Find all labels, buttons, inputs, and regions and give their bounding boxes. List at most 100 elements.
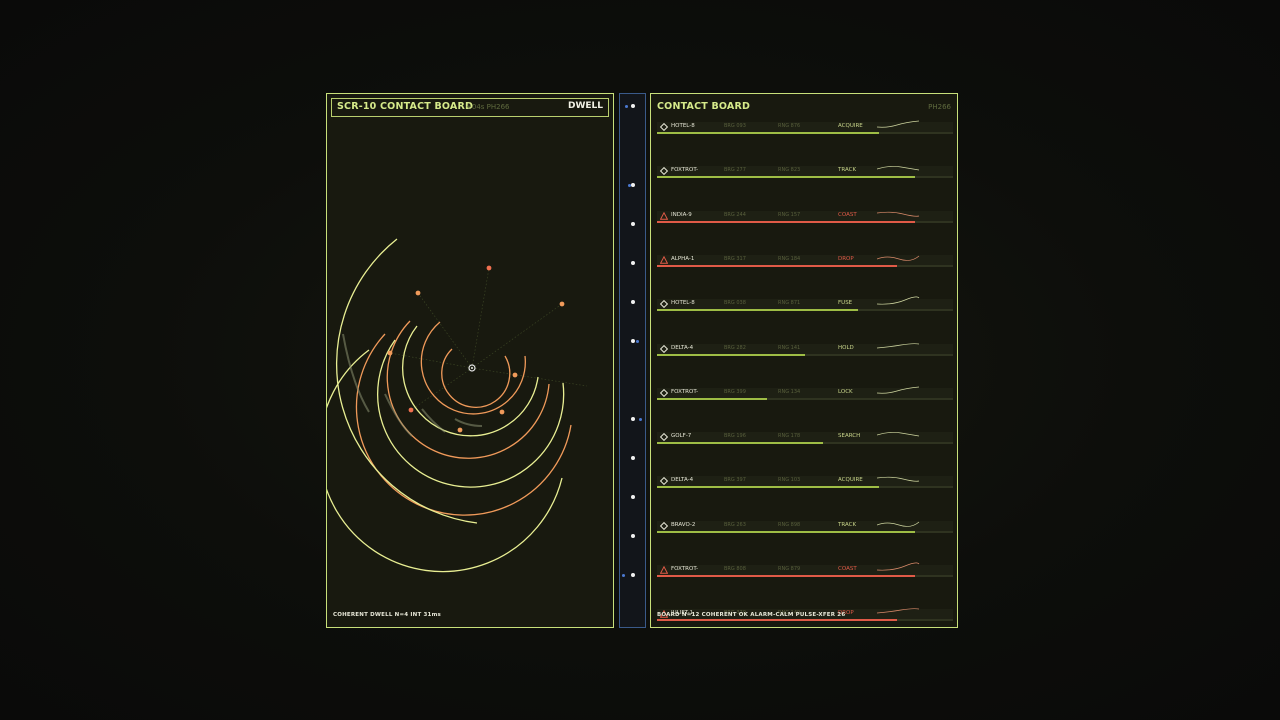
- range-arc-7: [327, 349, 563, 573]
- contact-name: ALPHA-1: [671, 255, 695, 262]
- contact-bearing: BRG 038: [724, 300, 746, 307]
- radar-contact: [457, 427, 463, 433]
- contact-sparkline: [877, 296, 920, 305]
- radar-contact: [559, 301, 565, 307]
- warning-triangle-icon: [660, 566, 668, 574]
- contact-range: RNG 103: [778, 477, 801, 484]
- contact-quality-bar: [657, 486, 879, 489]
- contact-sparkline: [877, 166, 920, 171]
- contact-quality-bar: [657, 176, 915, 179]
- contact-board-footer-status: BOARD N=12 COHERENT OK ALARM-CALM PULSE-…: [657, 612, 846, 618]
- contact-row[interactable]: INDIA-9 BRG 244 RNG 157 COAST: [657, 210, 953, 227]
- contact-name: BRAVO-2: [671, 521, 696, 528]
- contact-range: RNG 184: [778, 255, 801, 262]
- contact-status: SEARCH: [838, 433, 861, 440]
- contact-sparkline: [877, 608, 920, 614]
- rail-marker[interactable]: [631, 261, 635, 265]
- rail-marker[interactable]: [631, 573, 635, 577]
- contact-row[interactable]: FOXTROT- BRG 399 RNG 134 LOCK: [657, 386, 953, 404]
- contact-quality-bar: [657, 397, 767, 400]
- timeline-rail[interactable]: [619, 93, 646, 628]
- contact-name: FOXTROT-: [671, 167, 699, 174]
- contact-range: RNG 898: [778, 521, 801, 528]
- contact-bearing: BRG 093: [724, 123, 746, 129]
- contact-quality-bar: [657, 132, 879, 134]
- diamond-icon: [660, 167, 668, 176]
- contact-sparkline: [877, 386, 920, 394]
- contact-board-subtitle: PH266: [928, 103, 951, 111]
- contact-bearing: BRG 397: [724, 477, 746, 484]
- rail-marker[interactable]: [631, 222, 635, 226]
- radar-footer-status: COHERENT DWELL N=4 INT 31ms: [333, 612, 441, 618]
- contact-row[interactable]: DELTA-4 BRG 282 RNG 141 HOLD: [657, 342, 953, 360]
- contact-quality-bar: [657, 220, 915, 223]
- radar-panel: SCR-10 CONTACT BOARD +04s PH266 DWELL CO…: [326, 93, 614, 628]
- contact-status: LOCK: [838, 388, 853, 395]
- radar-contact: [512, 372, 518, 378]
- contact-quality-bar: [657, 264, 897, 267]
- contact-status: TRACK: [838, 167, 857, 174]
- range-arc-8: [335, 238, 478, 524]
- diamond-icon: [660, 521, 668, 530]
- contact-quality-bar: [657, 530, 915, 533]
- contact-bearing: BRG 808: [724, 566, 746, 572]
- contact-row[interactable]: HOTEL-8 BRG 093 RNG 876 ACQUIRE: [657, 120, 953, 138]
- contact-row[interactable]: DELTA-4 BRG 397 RNG 103 ACQUIRE: [657, 476, 953, 492]
- rail-marker[interactable]: [631, 534, 635, 538]
- contact-range: RNG 178: [778, 433, 801, 440]
- contact-status: ACQUIRE: [838, 477, 863, 484]
- contact-sparkline: [877, 211, 920, 217]
- contact-sparkline: [877, 477, 920, 482]
- contact-sparkline: [877, 342, 920, 348]
- contact-range: RNG 871: [778, 300, 801, 307]
- contact-status: COAST: [838, 211, 857, 218]
- rail-marker[interactable]: [631, 104, 635, 108]
- rail-marker[interactable]: [631, 183, 635, 187]
- contact-name: INDIA-9: [671, 211, 692, 218]
- contact-bearing: BRG 399: [724, 388, 746, 395]
- contact-bearing: BRG 282: [724, 344, 746, 351]
- contact-status: TRACK: [838, 521, 857, 528]
- contact-sparkline: [877, 432, 920, 437]
- radar-display: [327, 238, 588, 573]
- diamond-icon: [660, 433, 668, 442]
- contact-name: HOTEL-8: [671, 300, 695, 307]
- contact-range: RNG 141: [778, 344, 801, 351]
- rail-marker[interactable]: [631, 300, 635, 304]
- contact-name: FOXTROT-: [671, 388, 699, 395]
- contact-range: RNG 823: [778, 167, 801, 174]
- contact-sparkline: [877, 255, 920, 261]
- rail-marker[interactable]: [631, 339, 635, 343]
- contact-range: RNG 876: [778, 123, 801, 129]
- diamond-icon: [660, 300, 668, 309]
- contact-row[interactable]: BRAVO-2 BRG 263 RNG 898 TRACK: [657, 520, 953, 537]
- contact-bearing: BRG 317: [724, 255, 746, 262]
- radar-contact: [486, 265, 492, 271]
- contact-name: DELTA-4: [671, 344, 694, 351]
- contact-row[interactable]: ALPHA-1 BRG 317 RNG 184 DROP: [657, 254, 953, 271]
- radar-contact: [415, 290, 421, 296]
- warning-triangle-icon: [660, 255, 668, 264]
- contact-row[interactable]: FOXTROT- BRG 277 RNG 823 TRACK: [657, 166, 953, 182]
- contact-range: RNG 879: [778, 566, 801, 572]
- rail-marker[interactable]: [631, 417, 635, 421]
- contact-row[interactable]: GOLF-7 BRG 196 RNG 178 SEARCH: [657, 432, 953, 448]
- radar-contact: [499, 409, 505, 415]
- radar-contact: [408, 407, 414, 413]
- contact-name: GOLF-7: [671, 433, 692, 440]
- contact-bearing: BRG 196: [724, 433, 746, 440]
- contact-row[interactable]: HOTEL-8 BRG 038 RNG 871 FUSE: [657, 296, 953, 315]
- contact-row[interactable]: FOXTROT- BRG 808 RNG 879 COAST: [657, 562, 953, 581]
- contact-quality-bar: [657, 309, 859, 312]
- contact-status: ACQUIRE: [838, 123, 863, 129]
- diamond-icon: [660, 477, 668, 486]
- radar-contact: [387, 350, 393, 356]
- contact-bearing: BRG 277: [724, 167, 746, 174]
- rail-marker[interactable]: [631, 495, 635, 499]
- contact-quality-bar: [657, 442, 823, 445]
- contact-status: FUSE: [838, 300, 853, 307]
- diamond-icon: [660, 344, 668, 353]
- contact-sparkline: [877, 521, 920, 527]
- rail-marker[interactable]: [631, 456, 635, 460]
- diamond-icon: [660, 123, 668, 131]
